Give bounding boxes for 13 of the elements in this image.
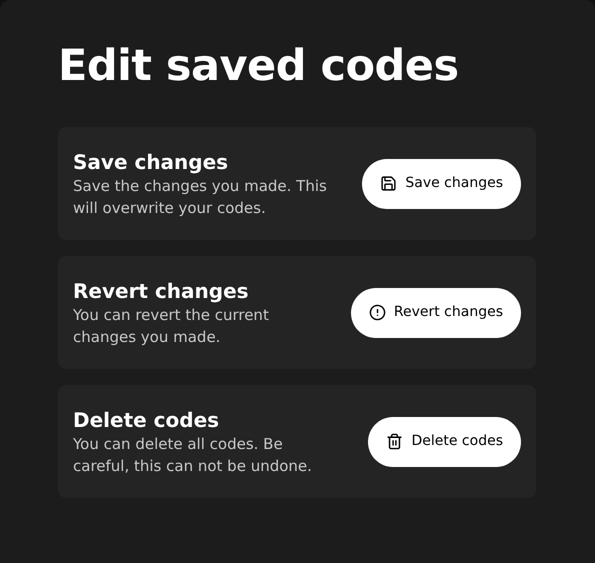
card-heading: Revert changes: [73, 278, 250, 304]
save-icon: [380, 175, 398, 192]
action-button[interactable]: Save changes: [362, 158, 521, 208]
card-description: You can revert the current changes you made.: [73, 304, 270, 348]
card-heading: Save changes: [73, 148, 230, 174]
trash-icon: [386, 433, 404, 450]
card-description: You can delete all codes. Be careful, this can not be undone.: [73, 434, 313, 476]
action-button[interactable]: Delete codes: [368, 416, 521, 466]
action-button[interactable]: Revert changes: [350, 288, 521, 338]
card-description: Save the changes you made. This will overwrite your codes.: [73, 176, 328, 218]
alert-icon: [368, 304, 386, 321]
page-title: Edit saved codes: [58, 40, 460, 93]
card-heading: Delete codes: [73, 406, 220, 432]
